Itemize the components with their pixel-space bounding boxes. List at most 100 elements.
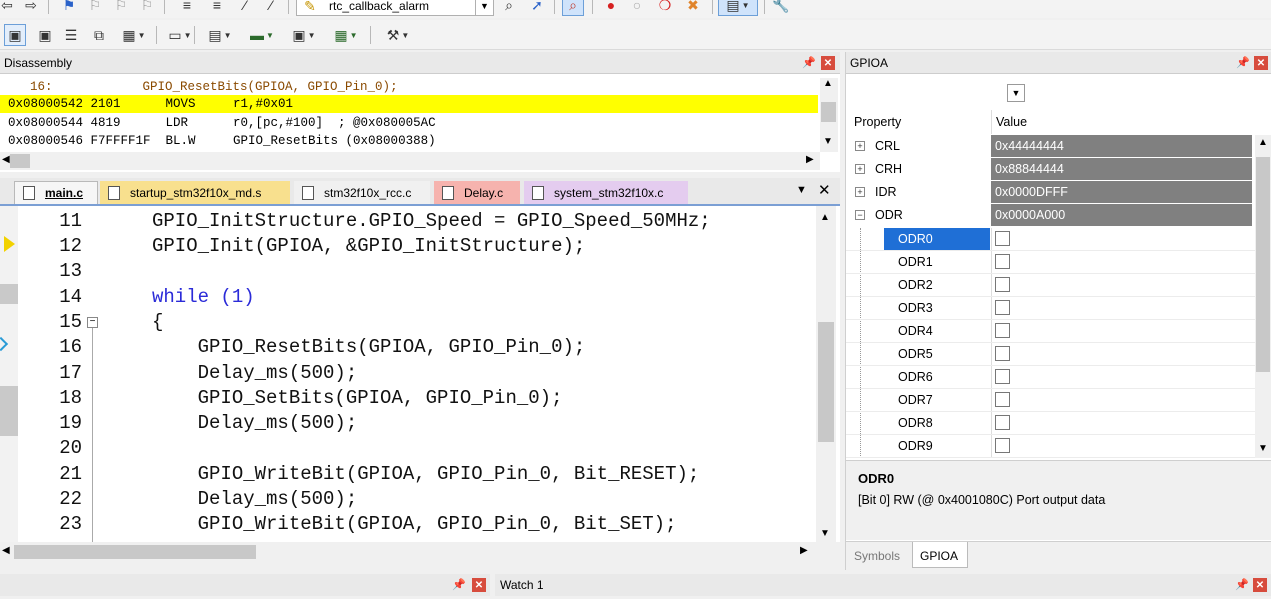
scroll-down-icon[interactable]: ▼ (823, 136, 833, 147)
editor-gutter[interactable] (0, 206, 18, 542)
expand-icon[interactable]: + (855, 164, 865, 174)
chevron-down-icon[interactable]: ▼ (475, 0, 493, 15)
scroll-left-icon[interactable]: ◀ (2, 154, 10, 165)
register-value[interactable]: 0x88844444 (991, 158, 1252, 180)
register-row-crh[interactable]: + CRH 0x88844444 (846, 158, 1256, 181)
scroll-up-icon[interactable]: ▲ (820, 212, 830, 223)
close-icon[interactable]: ✕ (1254, 56, 1268, 70)
scroll-right-icon[interactable]: ▶ (806, 154, 814, 165)
memory-window-icon[interactable]: ▤ ▼ (200, 24, 240, 46)
pin-icon[interactable]: 📌 (802, 56, 816, 69)
indent-icon[interactable]: ≡ (176, 0, 198, 16)
scroll-thumb[interactable] (821, 102, 836, 122)
close-icon[interactable]: ✕ (472, 578, 486, 592)
scroll-down-icon[interactable]: ▼ (1258, 443, 1268, 454)
pin-icon[interactable]: 📌 (1236, 56, 1250, 69)
bit-row-odr8[interactable]: ODR8 (846, 412, 1256, 435)
bit-checkbox[interactable] (995, 231, 1010, 246)
bit-row-odr1[interactable]: ODR1 (846, 251, 1256, 274)
registers-window-icon[interactable]: ⧉ (88, 24, 110, 46)
collapse-icon[interactable]: − (855, 210, 865, 220)
register-row-odr[interactable]: − ODR 0x0000A000 (846, 204, 1256, 227)
tab-gpioa[interactable]: GPIOA (912, 542, 968, 568)
target-combo[interactable]: ✎ rtc_callback_alarm ▼ (296, 0, 494, 16)
bit-row-odr7[interactable]: ODR7 (846, 389, 1256, 412)
configure-icon[interactable]: 🔧 (770, 0, 792, 16)
clear-bookmarks-icon[interactable]: ⚐ (136, 0, 158, 16)
editor-hscroll[interactable]: ◀ ▶ (0, 542, 816, 562)
fold-collapse-icon[interactable]: − (87, 317, 98, 328)
expand-icon[interactable]: + (855, 141, 865, 151)
scroll-left-icon[interactable]: ◀ (2, 545, 10, 556)
gpio-vscroll[interactable]: ▲ ▼ (1255, 135, 1271, 458)
bit-row-odr2[interactable]: ODR2 (846, 274, 1256, 297)
register-row-idr[interactable]: + IDR 0x0000DFFF (846, 181, 1256, 204)
tab-symbols[interactable]: Symbols (854, 549, 900, 563)
breakpoint-icon[interactable]: ● (600, 0, 622, 16)
pin-icon[interactable]: 📌 (452, 578, 466, 591)
back-icon[interactable]: ⇦ (0, 0, 18, 16)
bookmark-icon[interactable]: ⚑ (58, 0, 80, 16)
command-window-icon[interactable]: ▣ (4, 24, 26, 46)
bit-row-odr5[interactable]: ODR5 (846, 343, 1256, 366)
next-bookmark-icon[interactable]: ⚐ (110, 0, 132, 16)
bit-checkbox[interactable] (995, 277, 1010, 292)
scroll-thumb[interactable] (14, 545, 256, 559)
serial-window-icon[interactable]: ▬ ▼ (242, 24, 282, 46)
bit-row-odr4[interactable]: ODR4 (846, 320, 1256, 343)
disassembly-vscroll[interactable]: ▲ ▼ (820, 78, 838, 152)
window-layout-icon[interactable]: ▤ ▼ (718, 0, 758, 16)
bit-checkbox[interactable] (995, 438, 1010, 453)
bit-checkbox[interactable] (995, 254, 1010, 269)
scroll-thumb[interactable] (1256, 157, 1270, 372)
disable-breakpoint-icon[interactable]: ○ (626, 0, 648, 16)
scroll-right-icon[interactable]: ▶ (800, 545, 808, 556)
bit-row-odr3[interactable]: ODR3 (846, 297, 1256, 320)
bit-checkbox[interactable] (995, 300, 1010, 315)
bit-row-odr6[interactable]: ODR6 (846, 366, 1256, 389)
editor-vscroll[interactable]: ▲ ▼ (816, 206, 836, 542)
code-editor[interactable]: 11 12 13 14 15 16 17 18 19 20 21 22 23 −… (0, 206, 840, 542)
scroll-thumb[interactable] (10, 154, 30, 168)
bit-row-odr9[interactable]: ODR9 (846, 435, 1256, 458)
tab-delay-c[interactable]: Delay.c (434, 181, 520, 204)
chevron-down-icon[interactable]: ▼ (1007, 84, 1025, 102)
prev-bookmark-icon[interactable]: ⚐ (84, 0, 106, 16)
disassembly-window-icon[interactable]: ▣ (34, 24, 56, 46)
comment-icon[interactable]: ⁄ (234, 0, 256, 16)
incremental-find-icon[interactable]: ➚ (526, 0, 548, 16)
bit-checkbox[interactable] (995, 392, 1010, 407)
tab-startup-stm32f10x-md-s[interactable]: startup_stm32f10x_md.s (100, 181, 290, 204)
scroll-up-icon[interactable]: ▲ (823, 78, 833, 89)
bit-checkbox[interactable] (995, 369, 1010, 384)
expand-icon[interactable]: + (855, 187, 865, 197)
tab-list-chevron-icon[interactable]: ▼ (796, 184, 807, 196)
bit-checkbox[interactable] (995, 415, 1010, 430)
bit-checkbox[interactable] (995, 346, 1010, 361)
disassembly-hscroll[interactable]: ◀ ▶ (0, 152, 820, 170)
scroll-thumb[interactable] (818, 322, 834, 442)
symbols-window-icon[interactable]: ☰ (60, 24, 82, 46)
disassembly-current-line[interactable]: 0x08000542 2101 MOVS r1,#0x01 (0, 95, 818, 113)
scroll-down-icon[interactable]: ▼ (820, 528, 830, 539)
tab-system-stm32f10x-c[interactable]: system_stm32f10x.c (524, 181, 688, 204)
disable-all-breakpoints-icon[interactable]: ❍ (654, 0, 676, 16)
disassembly-line[interactable]: 0x08000544 4819 LDR r0,[pc,#100] ; @0x08… (0, 114, 818, 132)
unindent-icon[interactable]: ≡ (206, 0, 228, 16)
bit-row-odr0[interactable]: ODR0 (846, 228, 1256, 251)
tab-stm32f10x-rcc-c[interactable]: stm32f10x_rcc.c (294, 181, 430, 204)
register-value[interactable]: 0x44444444 (991, 135, 1252, 157)
register-value[interactable]: 0x0000A000 (991, 204, 1252, 226)
close-icon[interactable]: ✕ (1253, 578, 1267, 592)
trace-window-icon[interactable]: ▦ ▼ (326, 24, 366, 46)
find-in-files-icon[interactable]: ⌕ (498, 0, 520, 16)
close-tab-icon[interactable]: ✕ (818, 181, 831, 199)
register-row-crl[interactable]: + CRL 0x44444444 (846, 135, 1256, 158)
uncomment-icon[interactable]: ⁄ (260, 0, 282, 16)
call-stack-icon[interactable]: ▦ ▼ (114, 24, 154, 46)
close-icon[interactable]: ✕ (821, 56, 835, 70)
analysis-window-icon[interactable]: ▣ ▼ (284, 24, 324, 46)
kill-breakpoints-icon[interactable]: ✖ (682, 0, 704, 16)
forward-icon[interactable]: ⇨ (20, 0, 42, 16)
register-value[interactable]: 0x0000DFFF (991, 181, 1252, 203)
